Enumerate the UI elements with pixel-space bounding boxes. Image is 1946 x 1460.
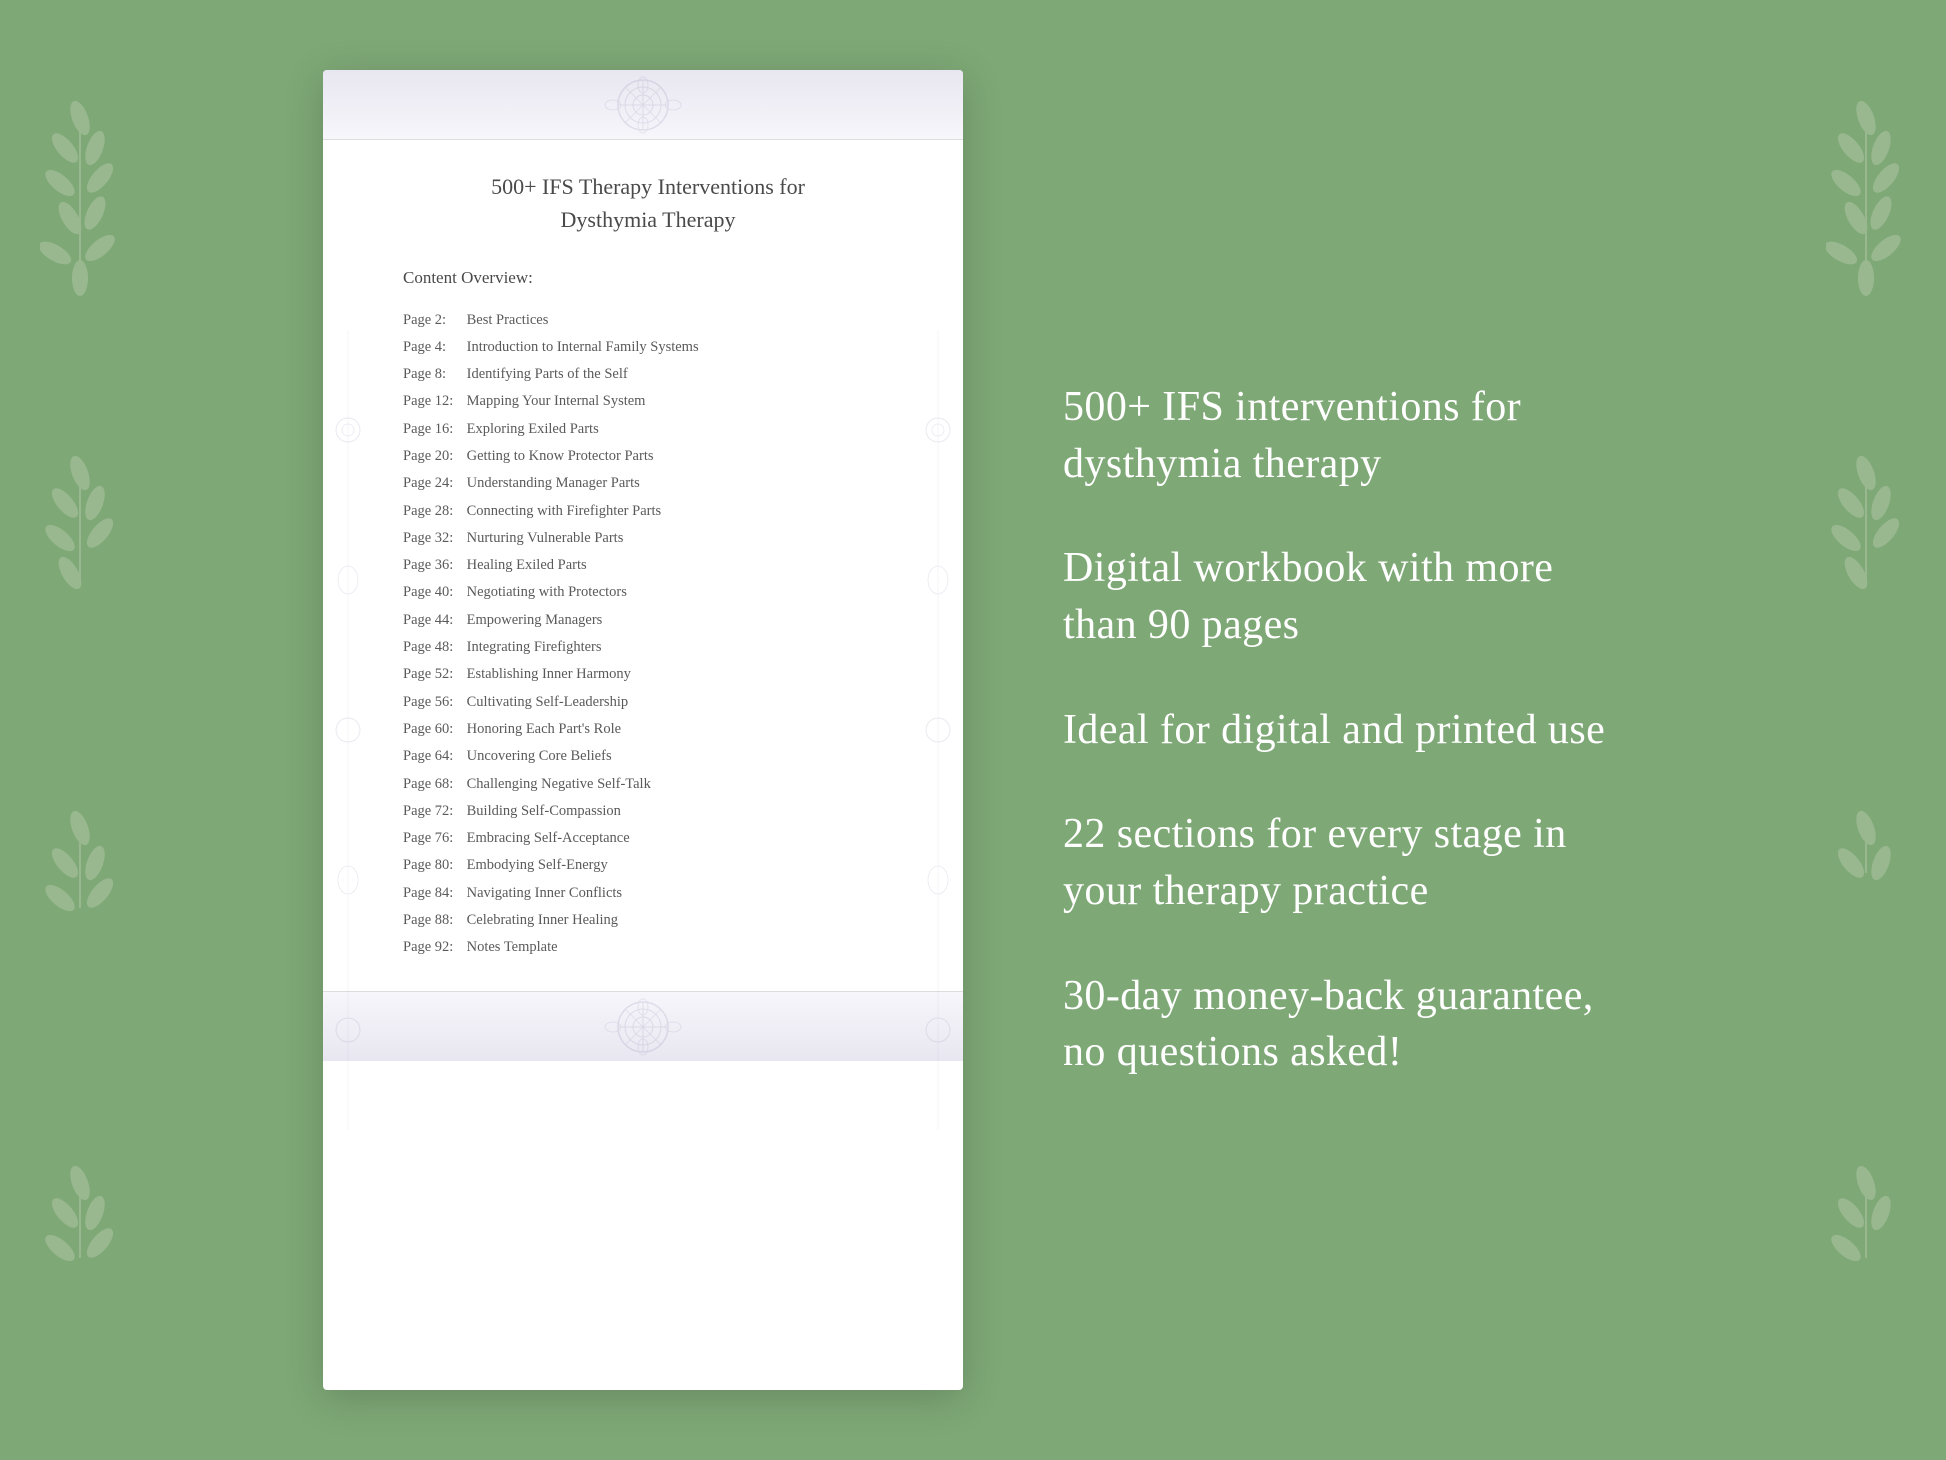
doc-title: 500+ IFS Therapy Interventions for Dysth… xyxy=(403,170,893,236)
toc-item: Page 2: Best Practices xyxy=(403,306,893,333)
doc-bottom-border xyxy=(323,991,963,1061)
toc-item: Page 48: Integrating Firefighters xyxy=(403,634,893,661)
feature-text-4: 22 sections for every stage in your ther… xyxy=(1063,806,1623,919)
toc-item: Page 12: Mapping Your Internal System xyxy=(403,388,893,415)
toc-item: Page 68: Challenging Negative Self-Talk xyxy=(403,770,893,797)
mandala-top-icon xyxy=(543,75,743,135)
doc-left-border xyxy=(323,140,373,1320)
mandala-bottom-icon xyxy=(543,997,743,1057)
toc-item: Page 24: Understanding Manager Parts xyxy=(403,470,893,497)
toc-item: Page 40: Negotiating with Protectors xyxy=(403,579,893,606)
toc-list: Page 2: Best PracticesPage 4: Introducti… xyxy=(403,306,893,961)
features-panel: 500+ IFS interventions for dysthymia the… xyxy=(1043,379,1623,1081)
toc-item: Page 52: Establishing Inner Harmony xyxy=(403,661,893,688)
main-layout: 500+ IFS Therapy Interventions for Dysth… xyxy=(0,0,1946,1460)
toc-item: Page 28: Connecting with Firefighter Par… xyxy=(403,497,893,524)
toc-item: Page 60: Honoring Each Part's Role xyxy=(403,715,893,742)
toc-item: Page 64: Uncovering Core Beliefs xyxy=(403,743,893,770)
toc-item: Page 56: Cultivating Self-Leadership xyxy=(403,688,893,715)
toc-item: Page 84: Navigating Inner Conflicts xyxy=(403,879,893,906)
toc-item: Page 32: Nurturing Vulnerable Parts xyxy=(403,524,893,551)
toc-item: Page 88: Celebrating Inner Healing xyxy=(403,907,893,934)
toc-item: Page 20: Getting to Know Protector Parts xyxy=(403,442,893,469)
doc-content-area: 500+ IFS Therapy Interventions for Dysth… xyxy=(323,140,963,991)
toc-item: Page 16: Exploring Exiled Parts xyxy=(403,415,893,442)
toc-item: Page 80: Embodying Self-Energy xyxy=(403,852,893,879)
toc-heading: Content Overview: xyxy=(403,268,893,288)
document-page: 500+ IFS Therapy Interventions for Dysth… xyxy=(323,70,963,1390)
toc-item: Page 8: Identifying Parts of the Self xyxy=(403,361,893,388)
toc-item: Page 36: Healing Exiled Parts xyxy=(403,552,893,579)
toc-item: Page 44: Empowering Managers xyxy=(403,606,893,633)
toc-item: Page 4: Introduction to Internal Family … xyxy=(403,333,893,360)
feature-text-1: 500+ IFS interventions for dysthymia the… xyxy=(1063,379,1623,492)
toc-item: Page 76: Embracing Self-Acceptance xyxy=(403,825,893,852)
toc-item: Page 92: Notes Template xyxy=(403,934,893,961)
feature-text-2: Digital workbook with more than 90 pages xyxy=(1063,540,1623,653)
feature-text-5: 30-day money-back guarantee, no question… xyxy=(1063,968,1623,1081)
toc-item: Page 72: Building Self-Compassion xyxy=(403,797,893,824)
feature-text-3: Ideal for digital and printed use xyxy=(1063,702,1623,759)
doc-top-border xyxy=(323,70,963,140)
doc-right-border xyxy=(913,140,963,1320)
